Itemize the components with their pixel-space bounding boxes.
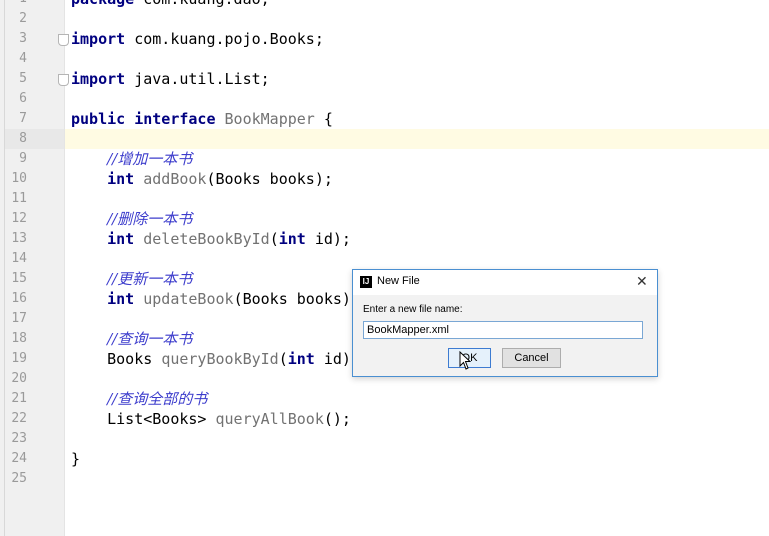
code-token: } xyxy=(71,450,81,468)
code-token: id) xyxy=(323,350,351,368)
line-number: 22 xyxy=(11,411,27,426)
code-line[interactable]: //查询一本书 xyxy=(71,329,192,349)
line-number: 8 xyxy=(19,131,27,146)
current-line-highlight xyxy=(65,129,769,149)
fold-icon[interactable] xyxy=(58,34,69,46)
code-comment: //查询一本书 xyxy=(107,330,193,348)
line-number: 5 xyxy=(19,71,27,86)
line-number: 11 xyxy=(11,191,27,206)
line-number: 15 xyxy=(11,271,27,286)
code-token: package xyxy=(71,0,143,8)
code-token: (); xyxy=(323,410,351,428)
line-number: 12 xyxy=(11,211,27,226)
code-token: Books xyxy=(107,350,162,368)
cancel-button[interactable]: Cancel xyxy=(502,348,561,368)
code-token: int xyxy=(287,350,324,368)
code-line[interactable]: int addBook(Books books); xyxy=(71,169,333,189)
code-token: int xyxy=(107,230,144,248)
code-token: int xyxy=(107,170,144,188)
line-number: 23 xyxy=(11,431,27,446)
fold-icon[interactable] xyxy=(58,74,69,86)
line-number: 17 xyxy=(11,311,27,326)
line-number: 21 xyxy=(11,391,27,406)
code-token: deleteBookById xyxy=(143,230,270,248)
line-number: 3 xyxy=(19,31,27,46)
code-token: BookMapper xyxy=(224,110,315,128)
code-token: queryBookById xyxy=(161,350,279,368)
line-number: 24 xyxy=(11,451,27,466)
code-line[interactable]: int updateBook(Books books) xyxy=(71,289,351,309)
code-line[interactable]: public interface BookMapper { xyxy=(71,109,333,129)
intellij-icon: IJ xyxy=(360,276,372,288)
code-line[interactable]: //删除一本书 xyxy=(71,209,192,229)
code-token: int xyxy=(278,230,315,248)
code-token: queryAllBook xyxy=(215,410,324,428)
code-comment: //增加一本书 xyxy=(107,150,193,168)
code-line[interactable]: import java.util.List; xyxy=(71,69,270,89)
line-number: 18 xyxy=(11,331,27,346)
mouse-cursor-icon xyxy=(459,351,472,370)
code-line[interactable]: } xyxy=(71,449,80,469)
code-line[interactable]: List<Books> queryAllBook(); xyxy=(71,409,351,429)
line-number: 6 xyxy=(19,91,27,106)
dialog-title: New File xyxy=(377,275,420,287)
code-line[interactable]: int deleteBookById(int id); xyxy=(71,229,351,249)
code-line[interactable]: //更新一本书 xyxy=(71,269,192,289)
code-token: java.util.List; xyxy=(134,70,270,88)
file-name-input[interactable] xyxy=(363,321,643,339)
line-number: 25 xyxy=(11,471,27,486)
code-token: updateBook xyxy=(143,290,234,308)
code-token: (Books books); xyxy=(206,170,333,188)
code-line[interactable]: //增加一本书 xyxy=(71,149,192,169)
code-comment: //查询全部的书 xyxy=(107,390,208,408)
code-token: { xyxy=(314,110,333,128)
line-number: 16 xyxy=(11,291,27,306)
line-number: 9 xyxy=(19,151,27,166)
code-line[interactable]: Books queryBookById(int id) xyxy=(71,349,351,369)
line-number: 7 xyxy=(19,111,27,126)
close-icon[interactable]: ✕ xyxy=(636,273,648,290)
code-editor[interactable]: 1234567891011121314151617181920212223242… xyxy=(0,0,769,536)
line-number: 2 xyxy=(19,11,27,26)
code-token: (Books books) xyxy=(233,290,351,308)
code-line[interactable]: import com.kuang.pojo.Books; xyxy=(71,29,324,49)
line-number: 19 xyxy=(11,351,27,366)
line-number: 10 xyxy=(11,171,27,186)
new-file-dialog: IJ New File ✕ Enter a new file name: OK … xyxy=(352,269,658,377)
code-token: addBook xyxy=(143,170,207,188)
code-comment: //更新一本书 xyxy=(107,270,193,288)
file-name-prompt: Enter a new file name: xyxy=(363,304,463,315)
code-line[interactable]: package com.kuang.dao; xyxy=(71,0,270,9)
code-token: com.kuang.pojo.Books; xyxy=(134,30,324,48)
code-token: int xyxy=(107,290,144,308)
code-token: List<Books> xyxy=(107,410,216,428)
dialog-titlebar: IJ New File ✕ xyxy=(353,270,657,295)
code-line[interactable]: //查询全部的书 xyxy=(71,389,207,409)
code-token: ( xyxy=(269,230,279,248)
code-comment: //删除一本书 xyxy=(107,210,193,228)
code-token: id); xyxy=(314,230,351,248)
line-number: 4 xyxy=(19,51,27,66)
line-number: 14 xyxy=(11,251,27,266)
line-number: 13 xyxy=(11,231,27,246)
code-token: import xyxy=(71,30,135,48)
line-number: 20 xyxy=(11,371,27,386)
line-number: 1 xyxy=(1,0,27,9)
code-token: public interface xyxy=(71,110,225,128)
code-token: com.kuang.dao; xyxy=(143,0,269,8)
code-token: import xyxy=(71,70,135,88)
code-token: ( xyxy=(278,350,288,368)
